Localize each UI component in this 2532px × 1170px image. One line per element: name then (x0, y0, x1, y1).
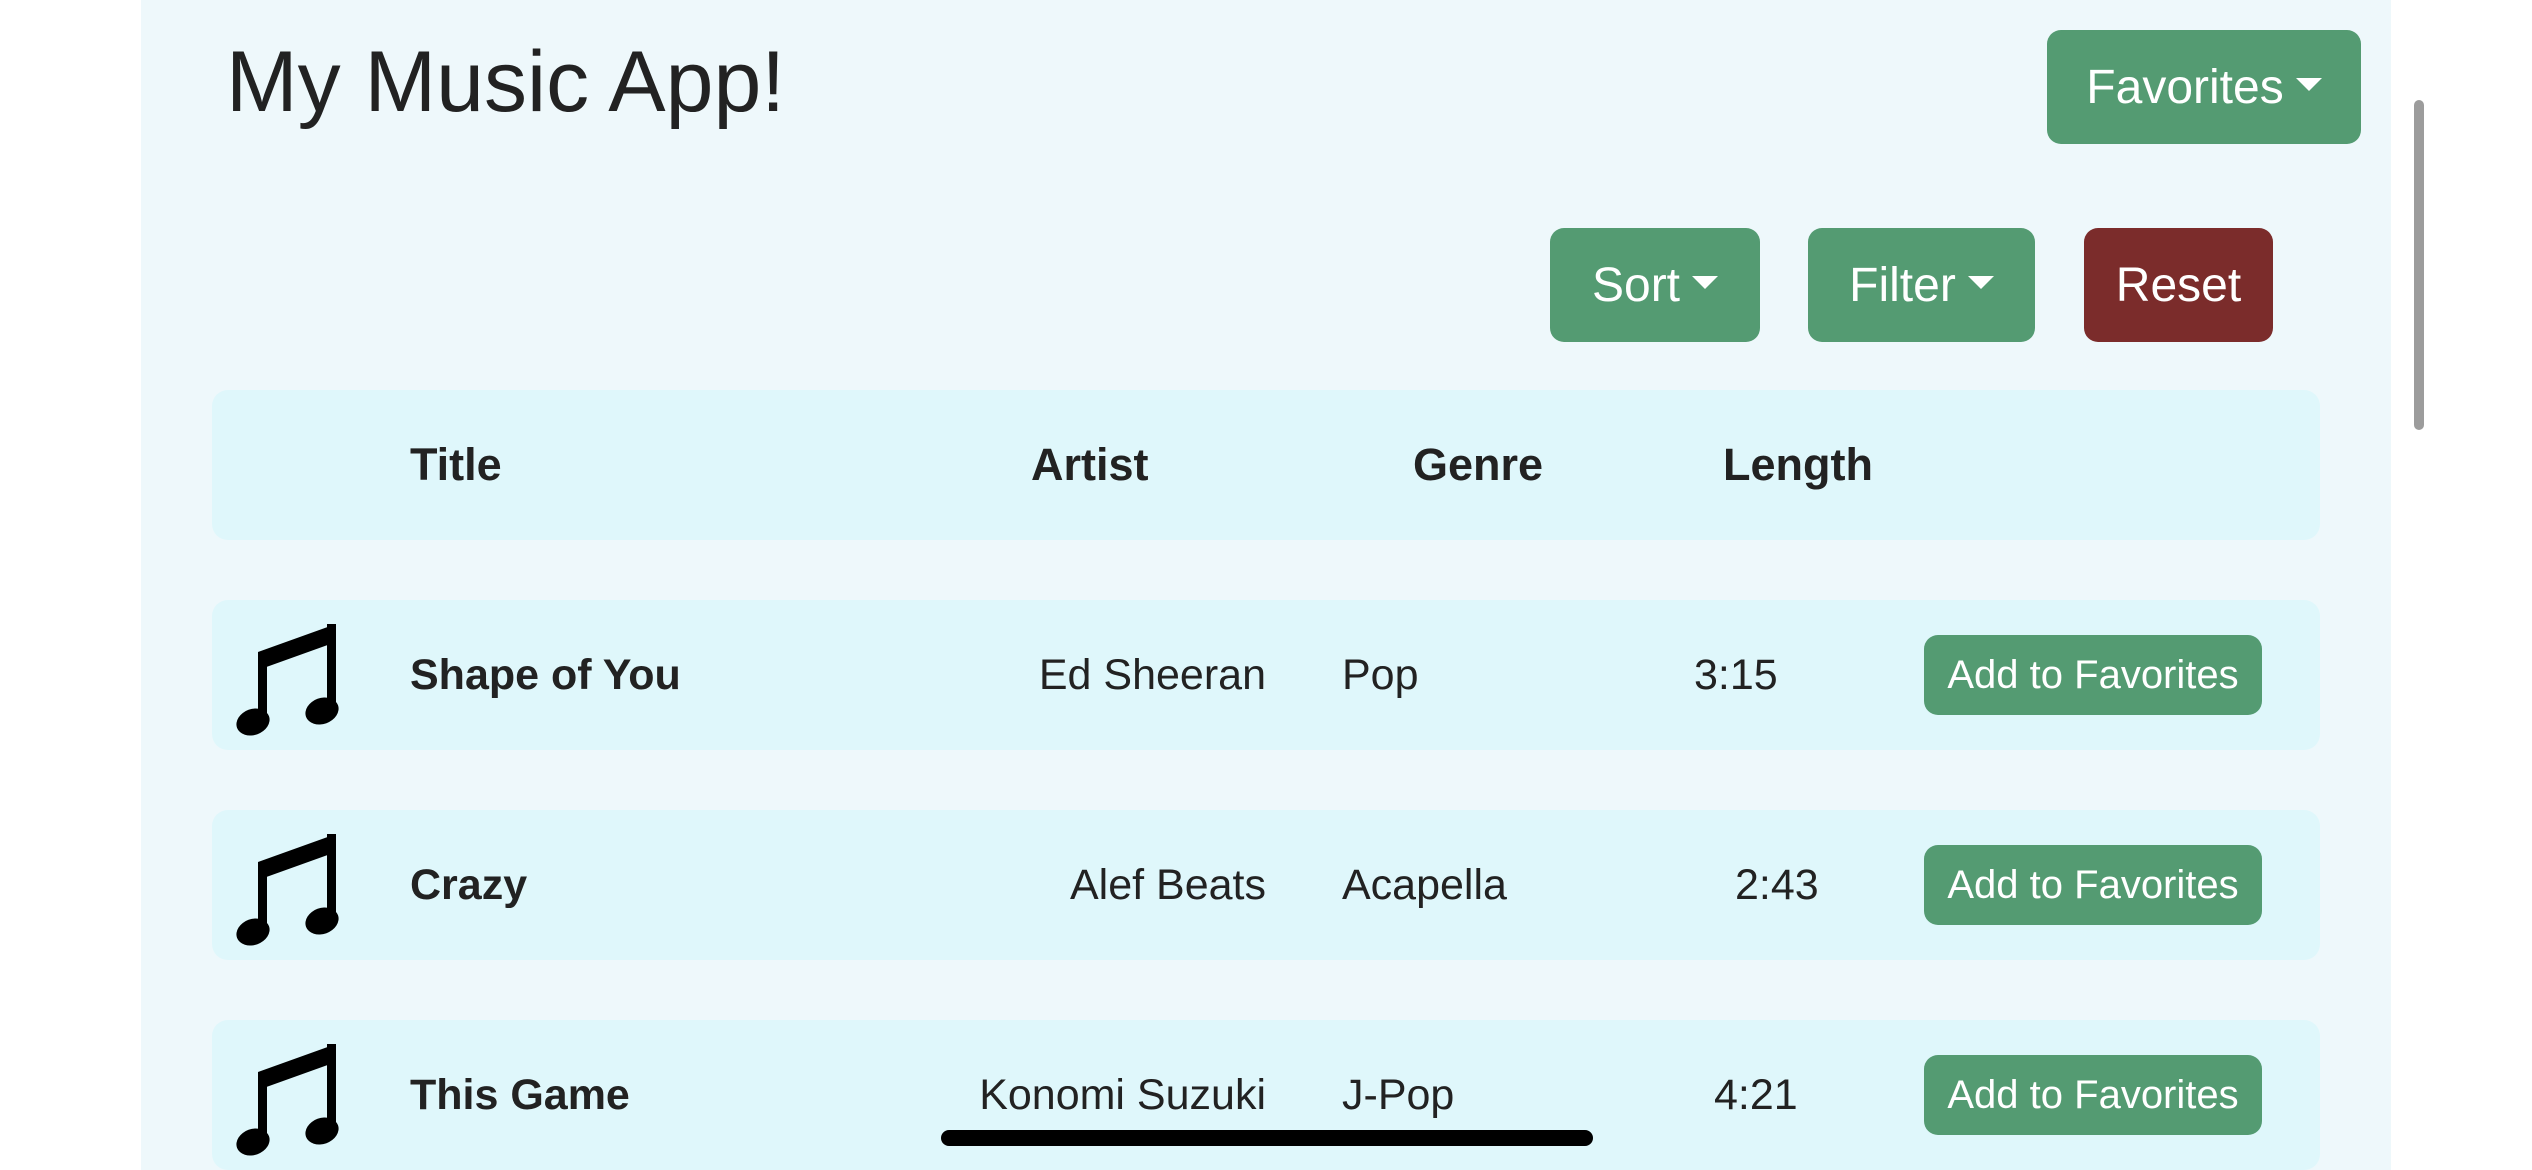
caret-down-icon (2295, 77, 2322, 91)
song-genre: Pop (1342, 651, 1419, 699)
header-title: Title (410, 439, 502, 490)
sort-dropdown[interactable]: Sort (1550, 228, 1760, 342)
header-length: Length (1723, 439, 1873, 490)
music-note-icon (236, 834, 339, 946)
song-genre: J-Pop (1342, 1071, 1455, 1119)
song-title: This Game (410, 1071, 630, 1119)
table-header: Title Artist Genre Length (212, 390, 2320, 540)
home-indicator[interactable] (941, 1130, 1593, 1146)
add-to-favorites-label: Add to Favorites (1947, 652, 2239, 697)
add-to-favorites-label: Add to Favorites (1947, 862, 2239, 907)
caret-down-icon (1967, 275, 1994, 289)
favorites-dropdown-label: Favorites (2086, 60, 2284, 114)
song-title: Shape of You (410, 651, 681, 699)
music-note-icon (236, 624, 339, 736)
song-artist: Ed Sheeran (1038, 651, 1266, 699)
table-row: Crazy Alef Beats Acapella 2:43 Add to Fa… (212, 810, 2320, 960)
vertical-scrollbar[interactable] (2414, 100, 2424, 430)
page-title: My Music App! (226, 34, 786, 130)
filter-dropdown-label: Filter (1849, 258, 1956, 312)
reset-button[interactable]: Reset (2084, 228, 2273, 342)
song-length: 4:21 (1714, 1071, 1798, 1119)
header-genre: Genre (1413, 439, 1544, 490)
add-to-favorites-button[interactable]: Add to Favorites (1924, 635, 2262, 715)
add-to-favorites-button[interactable]: Add to Favorites (1924, 1055, 2262, 1135)
song-title: Crazy (410, 861, 528, 909)
table-row: This Game Konomi Suzuki J-Pop 4:21 Add t… (212, 1020, 2320, 1170)
add-to-favorites-button[interactable]: Add to Favorites (1924, 845, 2262, 925)
sort-dropdown-label: Sort (1591, 258, 1681, 312)
music-note-icon (236, 1044, 339, 1156)
app-panel: My Music App! Favorites Sort Filter Rese… (141, 0, 2391, 1170)
reset-button-label: Reset (2115, 258, 2242, 312)
caret-down-icon (1692, 275, 1719, 289)
add-to-favorites-label: Add to Favorites (1947, 1072, 2239, 1117)
song-length: 3:15 (1694, 651, 1778, 699)
song-genre: Acapella (1342, 861, 1507, 909)
header-artist: Artist (1031, 439, 1149, 490)
song-artist: Alef Beats (1070, 861, 1266, 909)
song-artist: Konomi Suzuki (979, 1071, 1266, 1119)
song-length: 2:43 (1735, 861, 1819, 909)
table-row: Shape of You Ed Sheeran Pop 3:15 Add to … (212, 600, 2320, 750)
favorites-dropdown[interactable]: Favorites (2047, 30, 2361, 144)
filter-dropdown[interactable]: Filter (1808, 228, 2035, 342)
